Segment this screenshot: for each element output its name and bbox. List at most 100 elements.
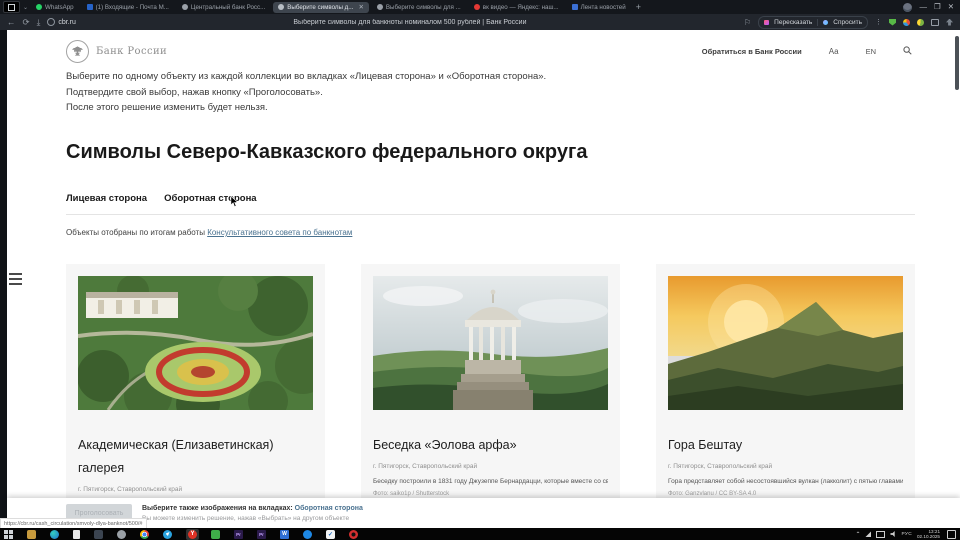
divider [66,214,915,215]
sidebar-toggle-icon[interactable] [9,273,22,288]
yandex-browser-active-icon[interactable]: Y [186,529,199,540]
telegram-icon[interactable] [163,530,172,539]
ai-actions: Пересказать Спросить [758,16,868,29]
tab-list-chevron-icon[interactable]: ⌄ [23,4,28,11]
premiere-icon[interactable]: Pr [257,530,266,539]
new-tab-button[interactable]: + [636,2,641,12]
back-side-link[interactable]: Оборотная сторона [295,505,363,512]
taskbar: Y Pr Pr W ✓ ⌃ РУС 13:21 02.10.2025 [0,528,960,540]
page-title-in-bar: Выберите символы для банкноты номиналом … [83,19,737,26]
tab-vk-video[interactable]: вк видео — Яндекс: наш... [469,2,564,13]
word-icon[interactable]: W [280,530,289,539]
cbr-favicon-icon [278,4,284,10]
display-icon[interactable] [876,531,885,538]
font-size-button[interactable]: Аа [829,47,839,56]
browser-side-panel[interactable] [0,30,7,528]
taskbar-app-icon[interactable] [211,530,220,539]
url-text: cbr.ru [58,19,76,26]
card-mount-beshtau[interactable]: Гора Бештау г. Пятигорск, Ставропольский… [656,264,915,528]
taskbar-app-icon[interactable] [349,530,358,539]
volume-icon[interactable] [890,531,896,537]
card-title[interactable]: Гора Бештау [668,434,903,457]
bank-russia-logo-text[interactable]: Банк России [96,46,167,57]
cbr-favicon-icon [182,4,188,10]
divider [817,19,818,26]
contact-bank-link[interactable]: Обратиться в Банк России [702,47,802,56]
back-icon[interactable]: ← [7,18,16,27]
keyboard-language[interactable]: РУС [901,532,912,537]
card-description: Беседку построили в 1831 году Джузеппе Б… [373,478,608,485]
tab-front-side[interactable]: Лицевая сторона [66,193,147,204]
page-scrollbar[interactable] [955,36,959,90]
profile-avatar[interactable] [903,3,912,12]
window-maximize-button[interactable]: ❐ [934,3,941,11]
card-photo-credit: Фото: saiko1p / Shutterstock [373,491,608,497]
tab-cbr-main[interactable]: Центральный банк Росс... [177,2,270,13]
tab-close-icon[interactable]: ✕ [358,3,363,11]
intro-text: Выберите по одному объекту из каждой кол… [66,69,546,116]
clock[interactable]: 13:21 02.10.2025 [917,529,940,539]
card-photo-credit: Фото: Ganzvlanu / CC BY-SA 4.0 [668,491,903,497]
vk-video-icon [474,4,480,10]
tab-news-feed[interactable]: Лента новостей [567,2,631,13]
summarize-button[interactable]: Пересказать [774,19,812,26]
taskbar-app-icon[interactable] [94,530,103,539]
ask-button[interactable]: Спросить [833,19,862,26]
tab-mail-inbox[interactable]: (1) Входящие - Почта M... [82,2,174,13]
object-cards: Академическая (Елизаветинская) галерея г… [66,264,915,528]
chat-extension-icon[interactable] [931,19,939,26]
taskbar-app-icon[interactable] [117,530,126,539]
card-title[interactable]: Академическая (Елизаветинская) галерея [78,434,313,480]
extension-icon[interactable] [917,19,924,26]
side-tabs: Лицевая сторона Оборотная сторона [66,193,257,204]
more-menu-icon[interactable]: ⋮ [875,18,882,26]
address-bar[interactable]: cbr.ru [47,18,76,26]
card-description: Гора представляет собой несостоявшийся в… [668,478,903,485]
downloads-icon[interactable]: ⤓ [37,18,41,27]
page-title: Символы Северо-Кавказского федерального … [66,141,587,164]
search-icon[interactable] [903,42,912,60]
tab-cbr-vote-2[interactable]: Выберите символы для ... [372,2,466,13]
card-academic-gallery[interactable]: Академическая (Елизаветинская) галерея г… [66,264,325,528]
file-explorer-icon[interactable] [73,530,80,539]
browser-menu-button[interactable] [3,1,20,13]
hidden-icons-chevron[interactable]: ⌃ [855,531,860,538]
start-button-icon[interactable] [4,530,13,539]
card-photo [668,276,903,410]
taskbar-app-icon[interactable] [27,530,36,539]
download-panel-icon[interactable] [946,19,953,26]
intro-line: После этого решение изменить будет нельз… [66,100,546,116]
language-switch[interactable]: EN [866,47,876,56]
card-title[interactable]: Беседка «Эолова арфа» [373,434,608,457]
notification-center-icon[interactable] [947,530,956,539]
card-photo [373,276,608,410]
adblock-extension-icon[interactable] [889,19,896,26]
chrome-icon[interactable] [140,530,149,539]
tab-whatsapp[interactable]: WhatsApp [31,2,79,13]
premiere-icon[interactable]: Pr [234,530,243,539]
network-icon[interactable] [865,531,871,537]
vote-hint-text: Выберите также изображения на вкладках: [142,505,293,512]
window-close-button[interactable]: ✕ [948,3,954,11]
screen: ⌄ WhatsApp (1) Входящие - Почта M... Цен… [0,0,960,540]
edge-icon[interactable] [50,530,59,539]
taskbar-app-icon[interactable] [303,530,312,539]
tab-label: WhatsApp [45,4,74,11]
tab-back-side[interactable]: Оборотная сторона [164,193,257,204]
card-aeolian-harp[interactable]: Беседка «Эолова арфа» г. Пятигорск, Став… [361,264,620,528]
mail-icon [87,4,93,10]
intro-line: Подтвердите свой выбор, нажав кнопку «Пр… [66,85,546,101]
mouse-cursor-icon [230,195,239,208]
selection-note: Объекты отобраны по итогам работы Консул… [66,228,352,237]
tab-cbr-vote-active[interactable]: Выберите символы д... ✕ [273,2,369,13]
advisory-council-link[interactable]: Консультативного совета по банкнотам [207,228,352,237]
reload-icon[interactable]: ⟳ [23,18,30,27]
window-minimize-button[interactable]: — [919,3,927,11]
site-info-icon[interactable] [47,18,55,26]
taskbar-app-icon[interactable]: ✓ [326,530,335,539]
ask-icon [823,20,828,25]
bookmark-icon[interactable]: ⚐ [744,18,751,27]
extension-icon[interactable] [903,19,910,26]
cbr-favicon-icon [377,4,383,10]
vote-bar: Проголосовать Выберите также изображения… [7,498,960,528]
